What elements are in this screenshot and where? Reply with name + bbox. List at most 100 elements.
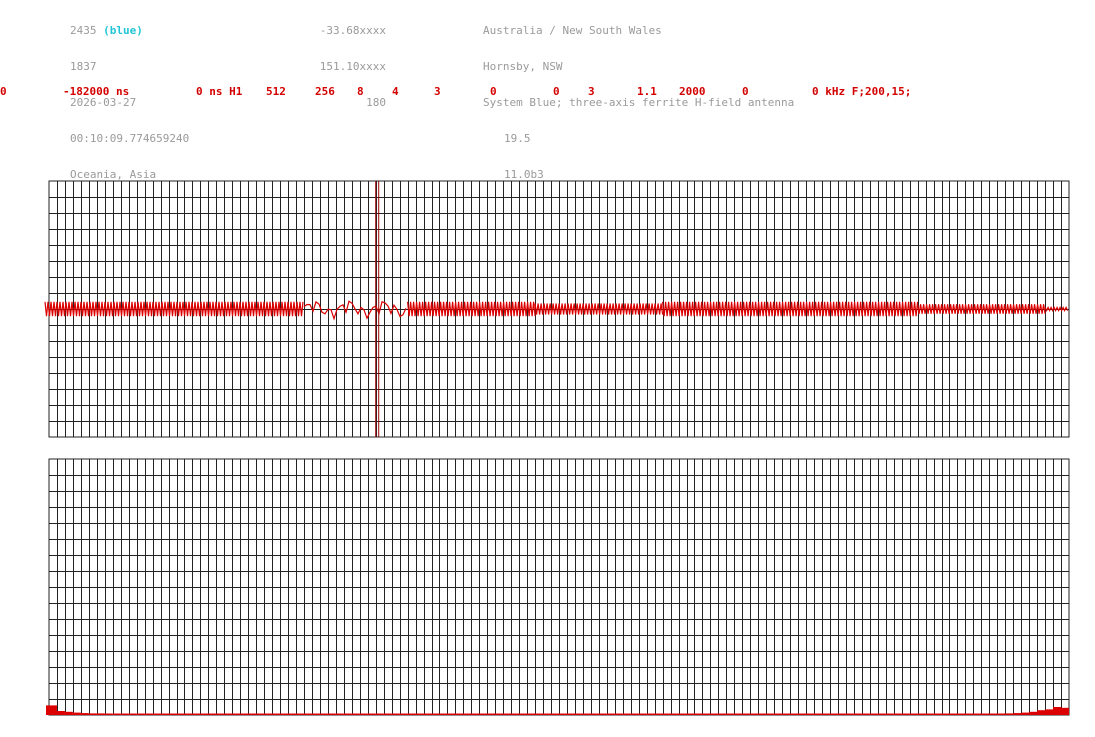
spectrum-bar <box>1029 711 1038 715</box>
spectrum-bar <box>885 713 894 715</box>
spectrum-bar <box>821 713 830 715</box>
spectrum-bar <box>551 713 559 715</box>
spectrum-bar <box>1053 707 1062 715</box>
spectrum-bar <box>949 713 958 715</box>
spectrum-bar <box>511 713 520 715</box>
spectrum-bar <box>527 713 536 715</box>
spectrum-bar <box>272 713 281 715</box>
spectrum-bar <box>933 713 942 715</box>
spectrum-bar <box>359 713 368 715</box>
spectrum-bar <box>917 713 926 715</box>
spectrum-bar <box>264 713 273 715</box>
spectrum-bar <box>56 711 65 715</box>
spectrum-bar <box>758 713 767 715</box>
spectrum-bar <box>343 713 352 715</box>
spectrum-bar <box>200 713 209 715</box>
spectrum-bar <box>973 713 982 715</box>
spectrum-bar <box>630 713 639 715</box>
spectrum-bar <box>503 713 512 715</box>
spectrum-bar <box>941 713 950 715</box>
spectrum-bar <box>654 713 663 715</box>
spectrum-bar <box>248 713 257 715</box>
spectrum-bar <box>256 713 265 715</box>
spectrum-bar <box>869 713 878 715</box>
spectrum-bar <box>208 713 217 715</box>
spectrum-bar <box>670 713 679 715</box>
spectrum-bar <box>535 713 544 715</box>
spectrum-bar <box>1037 710 1046 715</box>
spectrum-bar <box>1005 713 1014 715</box>
spectrum-bar <box>590 713 599 715</box>
spectrum-bar <box>88 713 97 715</box>
spectrum-bar <box>351 713 360 715</box>
spectrum-bar <box>622 713 631 715</box>
spectrum-bar <box>798 713 807 715</box>
spectrum-bar <box>774 713 783 715</box>
spectrum-bar <box>925 713 934 715</box>
spectrum-bar <box>232 713 241 715</box>
spectrum-bar <box>750 713 759 715</box>
spectrum-bar <box>391 713 400 715</box>
spectrum-bar <box>104 713 113 715</box>
spectrum-bar <box>901 713 910 715</box>
spectrum-bar <box>981 713 990 715</box>
spectrum-bar <box>375 713 384 715</box>
spectrum-bar <box>1013 713 1022 715</box>
spectrum-bar <box>184 713 193 715</box>
spectrum-bar <box>837 713 846 715</box>
spectrum-bar <box>304 713 312 715</box>
spectrum-bar <box>678 713 687 715</box>
spectrum-bar <box>766 713 775 715</box>
spectrum-bar <box>96 713 105 715</box>
waveform-segment <box>534 303 664 315</box>
spectrum-bar <box>806 713 814 715</box>
spectrum-bar <box>646 713 655 715</box>
spectrum-bar <box>1061 707 1069 715</box>
spectrum-bar <box>574 713 583 715</box>
spectrum-bar <box>240 713 249 715</box>
spectrum-grid <box>48 458 1070 716</box>
spectrum-bar <box>997 713 1006 715</box>
spectrum-bar <box>606 713 615 715</box>
spectrum-bar <box>877 713 886 715</box>
spectrum-bar <box>415 713 424 715</box>
spectrum-bar <box>814 713 822 715</box>
spectrum-bar <box>694 713 703 715</box>
spectrum-bars <box>46 705 1069 715</box>
spectrum-bar <box>152 713 161 715</box>
spectrum-bar <box>582 713 591 715</box>
spectrum-bar <box>327 713 336 715</box>
spectrum-bar <box>598 713 607 715</box>
spectrum-bar <box>519 713 528 715</box>
spectrum-bar <box>559 713 567 715</box>
spectrum-bar <box>367 713 376 715</box>
spectrum-bar <box>176 713 185 715</box>
spectrum-bar <box>965 713 974 715</box>
spectrum-bar <box>168 713 177 715</box>
spectrum-bar <box>957 713 966 715</box>
spectrum-bar <box>726 713 735 715</box>
waveform-segment <box>407 301 536 317</box>
spectrum-bar <box>463 713 472 715</box>
spectrum-bar <box>686 713 695 715</box>
spectrum-bar <box>989 713 998 715</box>
spectrum-bar <box>718 713 727 715</box>
spectrum-bar <box>455 713 464 715</box>
spectrum-bar <box>319 713 328 715</box>
spectrum-bar <box>566 713 575 715</box>
spectrum-bar <box>909 713 918 715</box>
spectrum-bar <box>160 713 169 715</box>
spectrum-bar <box>216 713 225 715</box>
spectrum-bar <box>383 713 392 715</box>
spectrum-bar <box>80 713 89 715</box>
spectrum-bar <box>893 713 902 715</box>
spectrum-bar <box>702 713 711 715</box>
spectrum-bar <box>734 713 743 715</box>
spectrum-bar <box>853 713 862 715</box>
spectrum-bar <box>120 713 129 715</box>
spectrum-bar <box>431 713 440 715</box>
spectrum-bar <box>487 713 496 715</box>
spectrum-bar <box>782 713 791 715</box>
spectrum-bar <box>224 713 233 715</box>
spectrum-bar <box>311 713 320 715</box>
